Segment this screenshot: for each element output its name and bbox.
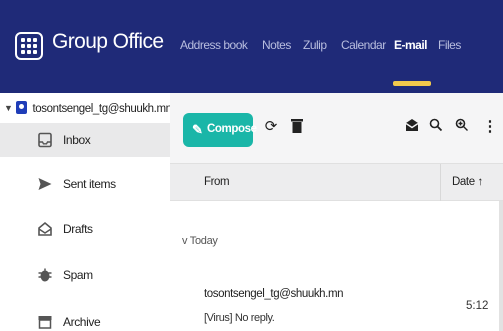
account-label: tosontsengel_tg@shuukh.mn	[32, 103, 173, 115]
mail-toolbar: ✎ Compose ⟳ ⋮	[170, 93, 503, 163]
message-sender: tosontsengel_tg@shuukh.mn	[204, 288, 344, 300]
spam-icon	[38, 268, 52, 282]
compose-button[interactable]: ✎ Compose	[183, 113, 257, 147]
folder-spam[interactable]: Spam	[0, 258, 170, 292]
nav-calendar[interactable]: Calendar	[341, 38, 386, 52]
folder-label: Archive	[63, 315, 101, 329]
nav-zulip[interactable]: Zulip	[303, 38, 327, 52]
archive-icon	[38, 316, 52, 329]
nav-email[interactable]: E-mail	[394, 38, 428, 52]
nav-files[interactable]: Files	[438, 38, 461, 52]
message-list-header: From Date ↑	[170, 163, 503, 202]
mail-sidebar: ▼ tosontsengel_tg@shuukh.mn Inbox Sent it…	[0, 93, 172, 331]
message-list-scrollbar[interactable]	[499, 201, 503, 331]
column-from[interactable]: From	[204, 176, 230, 188]
account-node[interactable]: ▼ tosontsengel_tg@shuukh.mn	[4, 101, 172, 119]
folder-label: Sent items	[63, 177, 116, 191]
drafts-icon	[38, 221, 52, 236]
folder-label: Inbox	[63, 133, 91, 147]
pencil-icon: ✎	[192, 122, 203, 137]
compose-label: Compose	[207, 123, 257, 135]
trash-icon[interactable]	[288, 118, 306, 136]
column-date-sort[interactable]: Date ↑	[452, 176, 483, 188]
app-title: Group Office	[52, 30, 164, 53]
folder-label: Spam	[63, 268, 93, 282]
mark-read-icon[interactable]	[403, 118, 421, 136]
group-label: Today	[189, 235, 218, 247]
folder-sent-items[interactable]: Sent items	[0, 167, 170, 201]
nav-address-book[interactable]: Address book	[180, 38, 248, 52]
column-divider[interactable]	[440, 164, 441, 202]
message-list: v Today tosontsengel_tg@shuukh.mn 5:12 […	[170, 201, 503, 331]
message-time: 5:12	[466, 300, 489, 312]
top-bar: Group Office Address book Notes Zulip Ca…	[0, 0, 503, 93]
group-header-today[interactable]: v Today	[182, 235, 218, 247]
folder-label: Drafts	[63, 222, 93, 236]
caret-down-icon[interactable]: ▼	[4, 103, 13, 113]
search-advanced-icon[interactable]	[453, 118, 471, 136]
chevron-down-icon: v	[182, 235, 188, 247]
nav-notes[interactable]: Notes	[262, 38, 291, 52]
inbox-icon	[38, 132, 52, 148]
folder-inbox[interactable]: Inbox	[0, 123, 170, 157]
mail-main: ✎ Compose ⟳ ⋮ From Date ↑ v Today tosont…	[170, 93, 503, 331]
apps-grid-icon[interactable]	[15, 32, 43, 60]
search-icon[interactable]	[427, 118, 445, 136]
active-tab-indicator	[393, 81, 431, 86]
more-vertical-icon[interactable]: ⋮	[481, 118, 499, 136]
message-subject: [Virus] No reply.	[204, 312, 275, 324]
send-icon	[38, 178, 52, 190]
refresh-icon[interactable]: ⟳	[262, 118, 280, 136]
account-icon	[15, 101, 27, 114]
folder-drafts[interactable]: Drafts	[0, 212, 170, 246]
folder-archive[interactable]: Archive	[0, 305, 170, 331]
